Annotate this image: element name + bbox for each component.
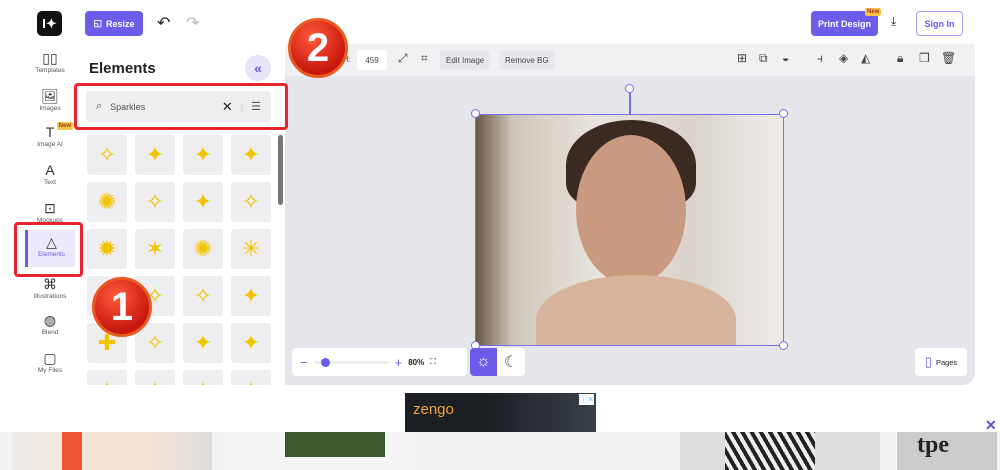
- sparkle-element[interactable]: ✦: [231, 135, 271, 175]
- height-input[interactable]: 459: [357, 50, 387, 70]
- sidebar: ▯▯ Templates 🖼 Images T Image AI New A Text ⊡ Mock…: [25, 44, 75, 385]
- fullscreen-icon[interactable]: ⛶: [430, 357, 436, 367]
- collapse-panel-button[interactable]: «: [245, 55, 271, 81]
- overlap-icon[interactable]: ⧉: [759, 51, 768, 66]
- my-files-icon: ▢: [43, 350, 57, 366]
- text-icon: A: [45, 162, 55, 178]
- dark-mode-icon[interactable]: ☾: [497, 348, 525, 376]
- sidebar-item-my-files[interactable]: ▢ My Files: [25, 350, 75, 374]
- layers-icon[interactable]: ◈: [839, 51, 848, 65]
- remove-bg-button[interactable]: Remove BG: [499, 50, 555, 70]
- resize-handle-tl[interactable]: [471, 109, 480, 118]
- sidebar-item-illustrations[interactable]: ⌘ Illustrations: [25, 276, 75, 300]
- opacity-icon[interactable]: ◒: [782, 51, 789, 65]
- selected-photo[interactable]: [475, 114, 784, 346]
- zoom-slider[interactable]: [313, 357, 389, 367]
- sparkle-element[interactable]: ✦: [231, 323, 271, 363]
- sparkle-element[interactable]: ✳: [231, 229, 271, 269]
- sidebar-item-blend[interactable]: ◍ Blend: [25, 312, 75, 336]
- sparkle-element[interactable]: ✦: [231, 276, 271, 316]
- zoom-control: − + 80% ⛶: [292, 348, 467, 376]
- sidebar-item-label: Blend: [41, 329, 59, 336]
- redo-icon[interactable]: ↷: [186, 13, 199, 33]
- sparkle-element[interactable]: ✦: [135, 370, 175, 385]
- sparkle-element[interactable]: ✦: [231, 370, 271, 385]
- sidebar-item-label: Templates: [35, 67, 65, 74]
- zoom-in-icon[interactable]: +: [395, 355, 403, 370]
- sidebar-item-images[interactable]: 🖼 Images: [25, 88, 75, 112]
- resize-handle-tr[interactable]: [779, 109, 788, 118]
- annotation-box-elements: [14, 222, 83, 277]
- flip-icon[interactable]: ◭: [861, 51, 870, 65]
- sparkle-element[interactable]: ✶: [135, 229, 175, 269]
- sparkle-element[interactable]: ✺: [87, 182, 127, 222]
- sidebar-item-templates[interactable]: ▯▯ Templates: [25, 50, 75, 74]
- advertisement[interactable]: zengo ⓘ✕: [405, 393, 596, 432]
- panel-title: Elements: [89, 60, 156, 77]
- ad-close-icon[interactable]: ⓘ✕: [579, 394, 594, 405]
- crop-icon[interactable]: ⌗: [421, 51, 428, 66]
- canvas-area: H: 459 ⤢ ⌗ Edit Image Remove BG ⊞ ⧉ ◒ ⫞ …: [285, 44, 975, 385]
- sidebar-item-image-ai[interactable]: T Image AI New: [25, 122, 75, 148]
- rotate-handle[interactable]: [625, 84, 634, 93]
- position-icon[interactable]: ⊞: [737, 51, 747, 65]
- app-logo[interactable]: I✦: [37, 11, 62, 36]
- sidebar-item-label: Images: [39, 105, 61, 112]
- sparkle-element[interactable]: ✧: [183, 276, 223, 316]
- sidebar-item-label: Image AI: [37, 141, 63, 148]
- sparkle-element[interactable]: ✧: [135, 182, 175, 222]
- ad-strip: tpe: [0, 432, 1000, 470]
- download-icon[interactable]: ⤓: [891, 14, 896, 29]
- align-icon[interactable]: ⫞: [817, 51, 823, 66]
- annotation-step-2: 2: [288, 18, 348, 78]
- resize-button[interactable]: ◱ Resize: [85, 11, 143, 36]
- sidebar-item-text[interactable]: A Text: [25, 162, 75, 186]
- sidebar-item-label: My Files: [37, 367, 63, 374]
- sparkle-element[interactable]: ✺: [183, 229, 223, 269]
- images-icon: 🖼: [41, 88, 59, 104]
- illustrations-icon: ⌘: [43, 276, 57, 292]
- new-badge: New: [865, 8, 882, 16]
- resize-handle-br[interactable]: [779, 341, 788, 350]
- pages-icon: ▯: [924, 354, 932, 369]
- sidebar-item-label: Illustrations: [33, 293, 67, 300]
- delete-icon[interactable]: 🗑︎: [941, 51, 956, 65]
- lock-icon[interactable]: 🔒︎: [897, 51, 903, 66]
- theme-toggle: ☼ ☾: [470, 348, 525, 376]
- undo-icon[interactable]: ↶: [157, 13, 170, 33]
- mockups-icon: ⊡: [44, 200, 56, 216]
- sidebar-item-label: Text: [44, 179, 56, 186]
- ad-brand: zengo: [413, 401, 454, 418]
- sparkle-element[interactable]: ✧: [231, 182, 271, 222]
- resize-icon: ◱: [93, 18, 102, 28]
- edit-image-button[interactable]: Edit Image: [440, 50, 491, 70]
- sparkle-element[interactable]: ✹: [87, 229, 127, 269]
- zoom-out-icon[interactable]: −: [300, 355, 308, 370]
- templates-icon: ▯▯: [42, 50, 58, 66]
- close-ad-icon[interactable]: ✕: [985, 417, 997, 434]
- panel-scrollbar[interactable]: [278, 135, 283, 205]
- sparkle-element[interactable]: ✦: [87, 370, 127, 385]
- sign-in-button[interactable]: Sign In: [916, 11, 963, 36]
- resize-arrows-icon[interactable]: ⤢: [398, 51, 408, 66]
- zoom-level: 80%: [408, 357, 425, 367]
- annotation-step-1: 1: [92, 277, 152, 337]
- image-toolbar: H: 459 ⤢ ⌗ Edit Image Remove BG ⊞ ⧉ ◒ ⫞ …: [285, 44, 975, 76]
- sidebar-item-mockups[interactable]: ⊡ Mockups: [25, 200, 75, 224]
- sparkle-element[interactable]: ✦: [183, 370, 223, 385]
- sparkle-element[interactable]: ✦: [183, 135, 223, 175]
- sparkle-element[interactable]: ✦: [135, 135, 175, 175]
- sparkle-element[interactable]: ✦: [183, 323, 223, 363]
- blend-icon: ◍: [43, 312, 57, 328]
- sparkle-element[interactable]: ✦: [183, 182, 223, 222]
- light-mode-icon[interactable]: ☼: [470, 348, 497, 376]
- annotation-box-search: [74, 83, 288, 130]
- sparkle-element[interactable]: ✧: [87, 135, 127, 175]
- duplicate-icon[interactable]: ❐: [919, 51, 930, 65]
- new-badge: New: [56, 122, 73, 130]
- pages-button[interactable]: ▯ Pages: [915, 348, 967, 376]
